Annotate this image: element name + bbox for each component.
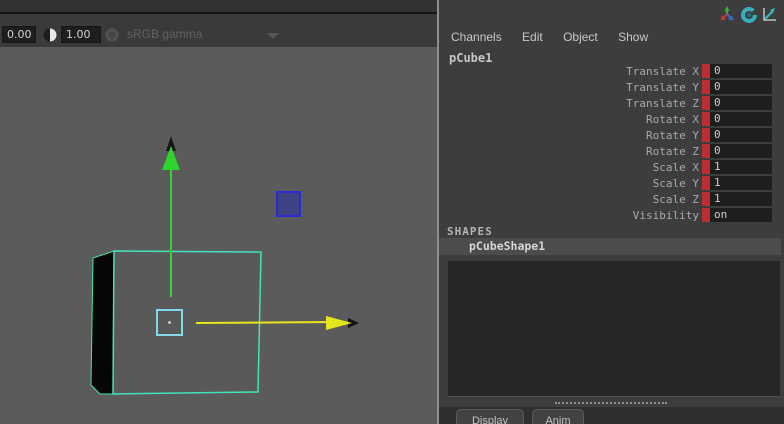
manipulator-x-axis[interactable] bbox=[196, 322, 332, 323]
channel-lock-indicator[interactable] bbox=[702, 192, 710, 206]
maya-window: sRGB gamma bbox=[0, 0, 784, 424]
channel-value-field[interactable]: 1 bbox=[710, 160, 772, 174]
channel-value-field[interactable]: 1 bbox=[710, 192, 772, 206]
channel-lock-indicator[interactable] bbox=[702, 208, 710, 222]
channel-label[interactable]: Rotate Y bbox=[439, 129, 702, 142]
channel-lock-indicator[interactable] bbox=[702, 112, 710, 126]
triad-icon[interactable] bbox=[718, 4, 736, 24]
channel-box-menubar: Channels Edit Object Show bbox=[451, 30, 665, 46]
channel-rows: Translate X 0 Translate Y 0 Translate Z … bbox=[439, 63, 784, 223]
layer-editor-tabstrip: Display Anim bbox=[439, 407, 784, 424]
graph-icon[interactable] bbox=[760, 4, 778, 24]
menu-edit[interactable]: Edit bbox=[522, 30, 543, 44]
channel-lock-indicator[interactable] bbox=[702, 80, 710, 94]
drag-handle[interactable] bbox=[555, 402, 667, 404]
menu-show[interactable]: Show bbox=[618, 30, 648, 44]
manipulator-plane-handle[interactable] bbox=[277, 192, 300, 216]
menu-object[interactable]: Object bbox=[563, 30, 598, 44]
channel-lock-indicator[interactable] bbox=[702, 160, 710, 174]
menu-channels[interactable]: Channels bbox=[451, 30, 502, 44]
channel-label[interactable]: Scale X bbox=[439, 161, 702, 174]
shape-node-row[interactable]: pCubeShape1 bbox=[439, 238, 781, 255]
channel-row: Rotate X 0 bbox=[439, 111, 784, 127]
tab-anim[interactable]: Anim bbox=[532, 409, 584, 424]
shapes-section-header: SHAPES bbox=[447, 225, 493, 238]
channel-value-field[interactable]: on bbox=[710, 208, 772, 222]
gauge-icon[interactable] bbox=[740, 4, 758, 24]
channel-value-field[interactable]: 0 bbox=[710, 144, 772, 158]
channel-row: Translate Y 0 bbox=[439, 79, 784, 95]
channel-row: Rotate Z 0 bbox=[439, 143, 784, 159]
viewport-panel: sRGB gamma bbox=[0, 0, 437, 424]
channel-label[interactable]: Scale Z bbox=[439, 193, 702, 206]
tab-display[interactable]: Display bbox=[456, 409, 524, 424]
channel-value-field[interactable]: 0 bbox=[710, 80, 772, 94]
channel-label[interactable]: Translate Z bbox=[439, 97, 702, 110]
cube-side-face[interactable] bbox=[91, 251, 114, 394]
channel-row: Translate X 0 bbox=[439, 63, 784, 79]
channel-row: Scale Y 1 bbox=[439, 175, 784, 191]
channel-row: Scale X 1 bbox=[439, 159, 784, 175]
channel-row: Rotate Y 0 bbox=[439, 127, 784, 143]
channel-value-field[interactable]: 0 bbox=[710, 64, 772, 78]
channel-label[interactable]: Visibility bbox=[439, 209, 702, 222]
channel-label[interactable]: Translate X bbox=[439, 65, 702, 78]
channel-lock-indicator[interactable] bbox=[702, 96, 710, 110]
channel-value-field[interactable]: 0 bbox=[710, 96, 772, 110]
scene-overlay bbox=[0, 0, 437, 424]
channel-value-field[interactable]: 0 bbox=[710, 128, 772, 142]
manipulator-center-dot bbox=[168, 321, 171, 324]
channel-box-panel: Channels Edit Object Show pCube1 Transla… bbox=[439, 0, 784, 424]
channel-row: Scale Z 1 bbox=[439, 191, 784, 207]
channel-row: Visibility on bbox=[439, 207, 784, 223]
shape-attributes-area[interactable] bbox=[448, 261, 780, 397]
channel-value-field[interactable]: 1 bbox=[710, 176, 772, 190]
channel-lock-indicator[interactable] bbox=[702, 64, 710, 78]
manipulator-y-cone[interactable] bbox=[162, 146, 180, 170]
channel-label[interactable]: Rotate X bbox=[439, 113, 702, 126]
channel-label[interactable]: Translate Y bbox=[439, 81, 702, 94]
channel-value-field[interactable]: 0 bbox=[710, 112, 772, 126]
channel-label[interactable]: Scale Y bbox=[439, 177, 702, 190]
channel-lock-indicator[interactable] bbox=[702, 176, 710, 190]
channel-lock-indicator[interactable] bbox=[702, 144, 710, 158]
channel-label[interactable]: Rotate Z bbox=[439, 145, 702, 158]
channel-lock-indicator[interactable] bbox=[702, 128, 710, 142]
channel-row: Translate Z 0 bbox=[439, 95, 784, 111]
